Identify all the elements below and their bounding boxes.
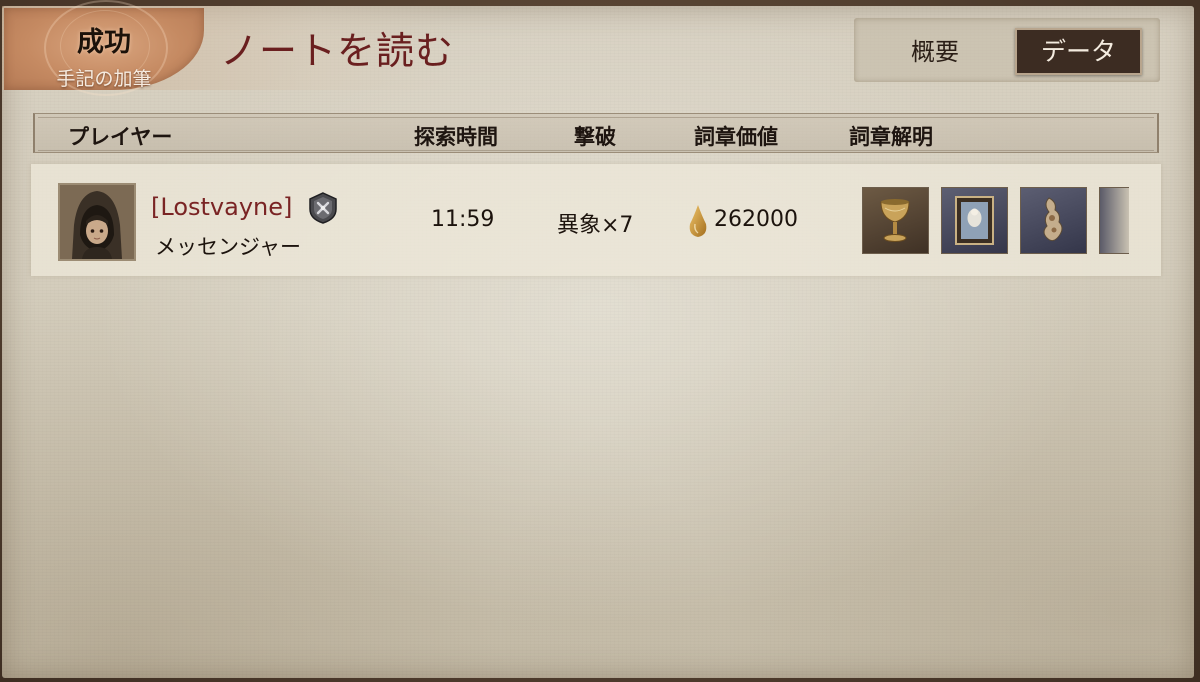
player-role: メッセンジャー [155,235,301,259]
emblem-value: 262000 [714,207,798,232]
player-name: [Lostvayne] [151,193,293,221]
column-header-explore-time: 探索時間 [414,125,498,149]
framed-painting-icon[interactable] [941,187,1008,254]
defeat-value: 異象×7 [557,213,634,238]
badge-subtitle: 手記の加筆 [56,68,152,90]
rank-badge-icon [306,191,340,225]
badge-title: 成功 [77,27,131,58]
tab-overview[interactable]: 概要 [870,30,1000,74]
gold-drop-icon [688,204,708,238]
goblet-icon[interactable] [862,187,929,254]
tab-data[interactable]: データ [1015,28,1142,75]
result-badge: 成功 手記の加筆 [4,0,204,96]
explore-time-value: 11:59 [431,207,495,232]
column-header-emblem-value: 詞章価値 [694,125,778,149]
column-header-emblem-unlock: 詞章解明 [849,125,933,149]
column-header-defeat: 撃破 [574,125,616,149]
page-title: ノートを読む [220,29,455,73]
column-header-player: プレイヤー [68,125,173,149]
avatar[interactable] [58,183,136,261]
partial-item-icon[interactable] [1099,187,1129,254]
ornament-icon[interactable] [1020,187,1087,254]
note-paper [2,6,1194,678]
